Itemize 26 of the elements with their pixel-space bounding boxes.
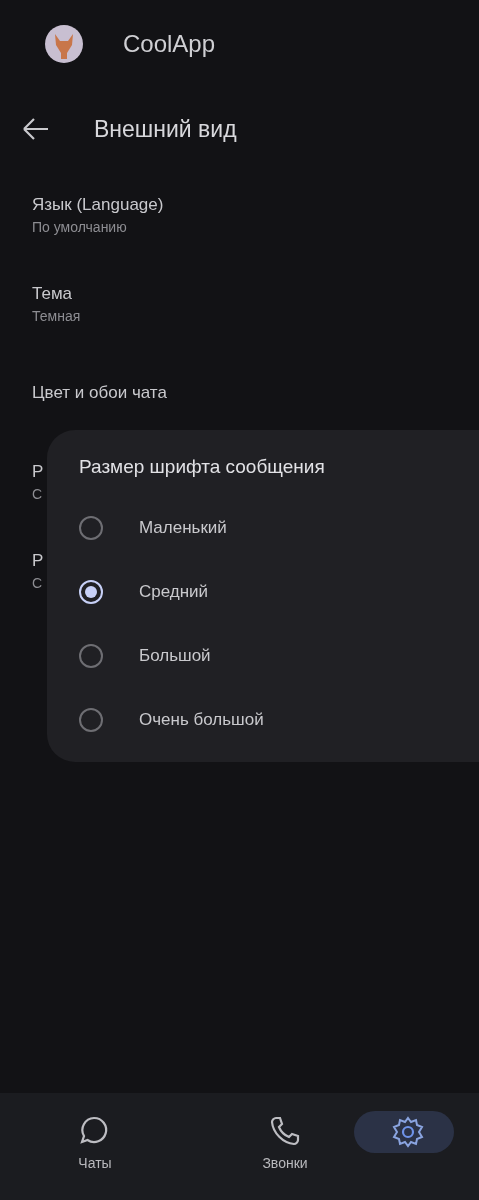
radio-button[interactable] bbox=[79, 516, 103, 540]
setting-title[interactable]: Язык (Language) bbox=[32, 194, 164, 215]
nav-tab[interactable] bbox=[354, 1111, 454, 1153]
setting-title[interactable]: Цвет и обои чата bbox=[32, 382, 167, 403]
setting-value: По умолчанию bbox=[32, 218, 127, 235]
option-label[interactable]: Очень большой bbox=[139, 710, 264, 730]
avatar-icon bbox=[45, 25, 83, 63]
radio-button[interactable] bbox=[79, 708, 103, 732]
setting-title[interactable]: Р bbox=[32, 550, 44, 571]
setting-value: Темная bbox=[32, 307, 81, 324]
option-label[interactable]: Средний bbox=[139, 582, 209, 602]
radio-button[interactable] bbox=[79, 644, 103, 668]
app-title: CoolApp bbox=[123, 30, 216, 58]
dialog-title: Размер шрифта сообщения bbox=[79, 456, 325, 478]
setting-title[interactable]: Р bbox=[32, 461, 44, 482]
setting-value: С bbox=[32, 574, 43, 591]
back-button[interactable] bbox=[22, 117, 50, 141]
page-title: Внешний вид bbox=[94, 115, 237, 143]
phone-icon bbox=[269, 1115, 301, 1147]
setting-value: С bbox=[32, 485, 43, 502]
nav-tab[interactable]: Чаты bbox=[0, 1093, 190, 1200]
option-label[interactable]: Большой bbox=[139, 646, 211, 666]
nav-tab[interactable]: Звонки bbox=[190, 1093, 380, 1200]
option-label[interactable]: Маленький bbox=[139, 518, 227, 538]
settings-icon bbox=[392, 1116, 424, 1148]
setting-title[interactable]: Тема bbox=[32, 283, 73, 304]
